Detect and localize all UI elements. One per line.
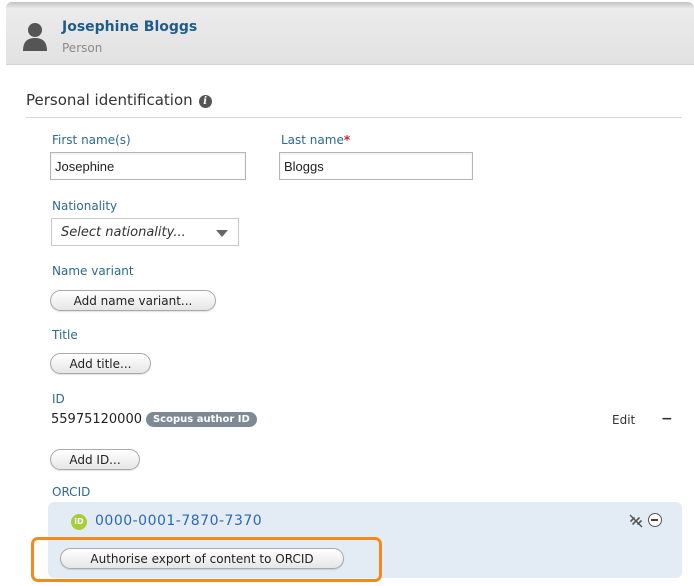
title-label: Title (52, 328, 78, 342)
last-name-label-text: Last name (281, 133, 344, 147)
person-type: Person (62, 41, 103, 55)
last-name-input[interactable] (279, 152, 473, 180)
add-name-variant-button[interactable]: Add name variant... (50, 290, 216, 311)
id-value: 55975120000 (51, 412, 142, 427)
name-variant-label: Name variant (52, 264, 134, 278)
orcid-label: ORCID (52, 485, 91, 499)
orcid-logo-icon: iD (71, 514, 87, 530)
record-header: Josephine Bloggs Person (6, 8, 694, 65)
person-name[interactable]: Josephine Bloggs (62, 19, 197, 35)
first-name-label: First name(s) (52, 133, 131, 147)
id-label: ID (52, 392, 65, 406)
section-divider (26, 117, 682, 118)
last-name-label: Last name* (281, 133, 350, 147)
add-title-button[interactable]: Add title... (50, 353, 151, 374)
required-asterisk: * (343, 133, 351, 147)
nationality-label: Nationality (52, 199, 118, 213)
id-row: 55975120000 Scopus author ID (51, 412, 257, 427)
orcid-id-link[interactable]: 0000-0001-7870-7370 (95, 513, 262, 529)
section-title-text: Personal identification (26, 91, 193, 109)
nationality-select-value: Select nationality... (61, 225, 186, 240)
add-id-button[interactable]: Add ID... (50, 449, 140, 470)
nationality-select[interactable]: Select nationality... (51, 218, 239, 246)
edit-id-link[interactable]: Edit (612, 413, 635, 427)
remove-circle-icon[interactable] (648, 513, 662, 527)
info-icon[interactable]: i (198, 95, 212, 108)
highlight-annotation (31, 537, 382, 582)
first-name-input[interactable] (50, 152, 246, 180)
id-type-badge: Scopus author ID (145, 412, 257, 427)
unlink-icon[interactable] (628, 513, 644, 529)
person-icon (23, 23, 47, 51)
chevron-down-icon (216, 230, 228, 237)
section-title: Personal identification i (26, 91, 212, 109)
remove-id-link[interactable]: − (661, 411, 673, 427)
